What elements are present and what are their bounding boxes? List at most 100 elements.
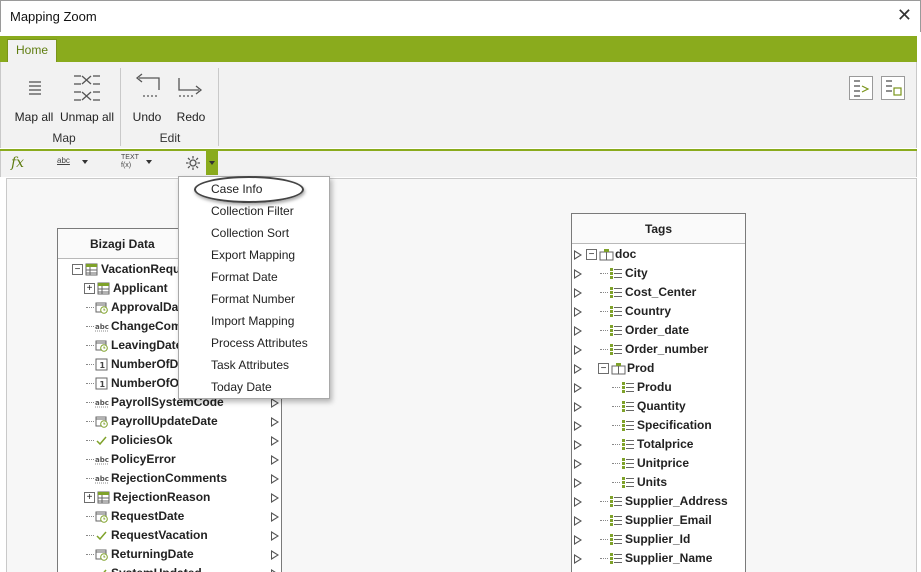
collapse-view-button[interactable]: [881, 76, 905, 100]
map-connector-icon[interactable]: [271, 493, 279, 503]
tree-connector: [86, 459, 94, 460]
text-icon: abc: [95, 396, 109, 409]
fx-icon[interactable]: fx: [11, 155, 24, 171]
tags-tree-row[interactable]: Supplier_Name: [572, 549, 745, 568]
tags-tree-row[interactable]: Units: [572, 473, 745, 492]
undo-button[interactable]: Undo: [129, 72, 165, 124]
map-connector-icon[interactable]: [271, 474, 279, 484]
map-connector-icon[interactable]: [271, 455, 279, 465]
expand-view-button[interactable]: [849, 76, 873, 100]
expand-map-icon: [854, 80, 870, 97]
map-connector-icon[interactable]: [271, 417, 279, 427]
element-icon: [609, 305, 622, 318]
boolean-icon: [95, 529, 108, 542]
map-connector-icon[interactable]: [574, 478, 582, 488]
map-connector-icon[interactable]: [574, 288, 582, 298]
map-connector-icon[interactable]: [574, 421, 582, 431]
map-connector-icon[interactable]: [271, 398, 279, 408]
tags-tree-row[interactable]: City: [572, 264, 745, 283]
text-fx-icon[interactable]: TEXT f(x): [121, 154, 139, 170]
map-connector-icon[interactable]: [271, 531, 279, 541]
tags-tree-row[interactable]: − doc: [572, 245, 745, 264]
text-function-icon[interactable]: abc: [57, 156, 70, 165]
menu-item-process-attributes[interactable]: Process Attributes: [179, 332, 329, 354]
menu-item-format-number[interactable]: Format Number: [179, 288, 329, 310]
chevron-down-icon[interactable]: [146, 160, 152, 164]
bizagi-tree-row[interactable]: abc PolicyError: [58, 450, 281, 469]
tree-node-label: City: [625, 266, 648, 280]
tags-tree-row[interactable]: Quantity: [572, 397, 745, 416]
tags-tree-row[interactable]: Unitprice: [572, 454, 745, 473]
tags-tree-row[interactable]: Order_number: [572, 340, 745, 359]
tags-tree-row[interactable]: Supplier_Id: [572, 530, 745, 549]
tree-node-label: RequestDate: [111, 509, 185, 523]
map-connector-icon[interactable]: [574, 326, 582, 336]
tags-tree-row[interactable]: Supplier_Address: [572, 492, 745, 511]
map-all-button[interactable]: Map all: [13, 72, 55, 124]
tags-tree-row[interactable]: Supplier_Email: [572, 511, 745, 530]
collapse-icon[interactable]: −: [72, 264, 83, 275]
bizagi-tree-row[interactable]: abc RejectionComments: [58, 469, 281, 488]
map-connector-icon[interactable]: [574, 307, 582, 317]
tree-connector: [86, 326, 94, 327]
tags-tree-row[interactable]: Order_date: [572, 321, 745, 340]
map-connector-icon[interactable]: [574, 250, 582, 260]
menu-item-today-date[interactable]: Today Date: [179, 376, 329, 398]
tags-tree-row[interactable]: Produ: [572, 378, 745, 397]
expand-icon[interactable]: +: [84, 492, 95, 503]
map-connector-icon[interactable]: [574, 497, 582, 507]
map-connector-icon[interactable]: [574, 440, 582, 450]
redo-button[interactable]: Redo: [173, 72, 209, 124]
date-icon: [95, 301, 108, 314]
bizagi-tree-row[interactable]: + RejectionReason: [58, 488, 281, 507]
bizagi-tree-row[interactable]: RequestVacation: [58, 526, 281, 545]
gear-icon[interactable]: [185, 155, 201, 171]
tree-node-label: Unitprice: [637, 456, 690, 470]
map-connector-icon[interactable]: [574, 383, 582, 393]
chevron-down-icon[interactable]: [82, 160, 88, 164]
collapse-icon[interactable]: −: [586, 249, 597, 260]
tags-tree-row[interactable]: Totalprice: [572, 435, 745, 454]
menu-item-format-date[interactable]: Format Date: [179, 266, 329, 288]
svg-text:abc: abc: [95, 475, 109, 483]
unmap-all-button[interactable]: Unmap all: [59, 72, 115, 124]
bizagi-tree-row[interactable]: PayrollUpdateDate: [58, 412, 281, 431]
tree-connector: [600, 349, 608, 350]
menu-item-export-mapping[interactable]: Export Mapping: [179, 244, 329, 266]
table-icon: [97, 282, 110, 295]
tree-connector: [612, 406, 620, 407]
close-icon[interactable]: ✕: [897, 6, 912, 24]
tags-tree-row[interactable]: Country: [572, 302, 745, 321]
bizagi-tree-row[interactable]: ReturningDate: [58, 545, 281, 564]
tags-tree-row[interactable]: − Prod: [572, 359, 745, 378]
menu-item-collection-filter[interactable]: Collection Filter: [179, 200, 329, 222]
tags-tree-row[interactable]: Cost_Center: [572, 283, 745, 302]
bizagi-tree-row[interactable]: RequestDate: [58, 507, 281, 526]
tree-node-label: Supplier_Name: [625, 551, 713, 565]
tree-connector: [600, 330, 608, 331]
collapse-icon[interactable]: −: [598, 363, 609, 374]
map-connector-icon[interactable]: [574, 516, 582, 526]
menu-item-import-mapping[interactable]: Import Mapping: [179, 310, 329, 332]
map-connector-icon[interactable]: [271, 436, 279, 446]
bizagi-tree-row[interactable]: SystemUpdated: [58, 564, 281, 572]
map-connector-icon[interactable]: [574, 402, 582, 412]
bizagi-tree-row[interactable]: PoliciesOk: [58, 431, 281, 450]
map-connector-icon[interactable]: [574, 345, 582, 355]
map-connector-icon[interactable]: [574, 554, 582, 564]
tags-tree-row[interactable]: Specification: [572, 416, 745, 435]
menu-item-task-attributes[interactable]: Task Attributes: [179, 354, 329, 376]
expand-icon[interactable]: +: [84, 283, 95, 294]
map-connector-icon[interactable]: [574, 269, 582, 279]
map-connector-icon[interactable]: [574, 535, 582, 545]
gear-dropdown-button[interactable]: [206, 151, 218, 175]
map-connector-icon[interactable]: [271, 550, 279, 560]
map-connector-icon[interactable]: [574, 364, 582, 374]
tree-node-label: SystemUpdated: [111, 564, 202, 572]
map-connector-icon[interactable]: [271, 512, 279, 522]
menu-item-collection-sort[interactable]: Collection Sort: [179, 222, 329, 244]
element-icon: [609, 514, 622, 527]
map-connector-icon[interactable]: [574, 459, 582, 469]
tab-home[interactable]: Home: [7, 39, 57, 62]
svg-text:abc: abc: [95, 456, 109, 464]
